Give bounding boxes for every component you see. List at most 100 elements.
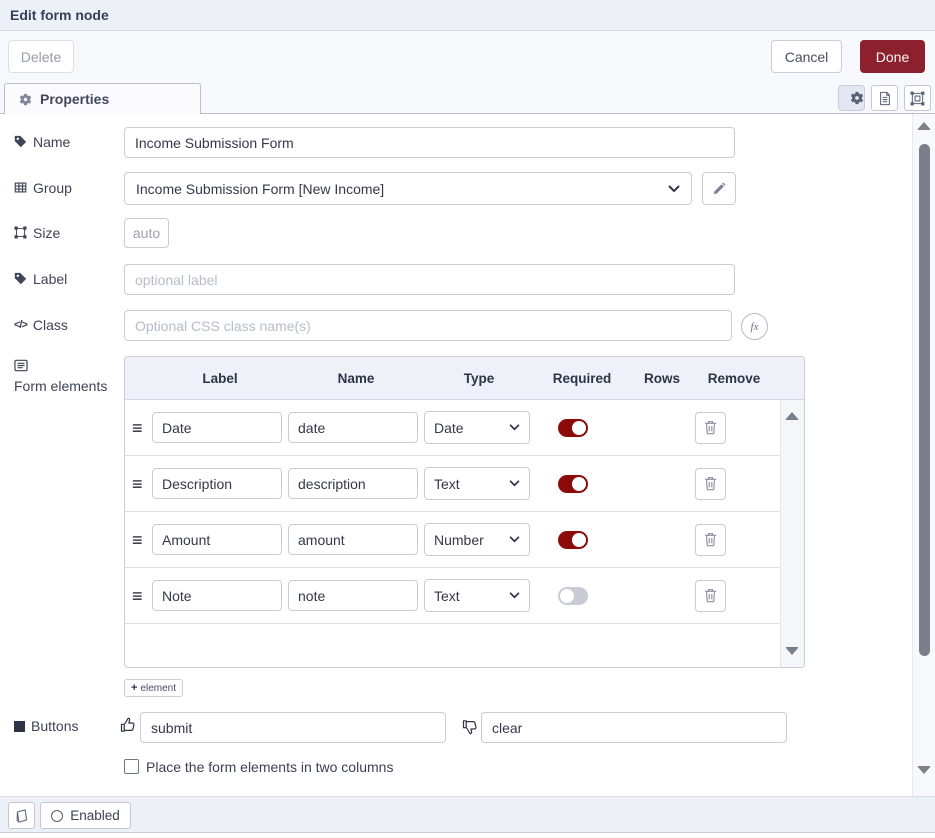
tab-properties-label: Properties <box>40 91 109 107</box>
table-scrollbar[interactable] <box>780 400 804 667</box>
element-type-select[interactable]: Date <box>424 411 530 444</box>
properties-tab-button[interactable] <box>838 85 865 111</box>
scroll-down-arrow-icon[interactable] <box>917 766 931 774</box>
thumbs-up-icon <box>120 717 136 733</box>
required-toggle[interactable] <box>558 531 588 549</box>
required-toggle[interactable] <box>558 587 588 605</box>
remove-row-button[interactable] <box>695 524 726 556</box>
element-label-input[interactable] <box>152 580 282 611</box>
status-circle-icon <box>51 810 63 822</box>
column-header-rows: Rows <box>630 371 694 386</box>
element-label-input[interactable] <box>152 468 282 499</box>
submit-button-text-input[interactable] <box>140 712 446 743</box>
name-input[interactable] <box>124 127 735 158</box>
cancel-button[interactable]: Cancel <box>771 40 842 73</box>
class-input[interactable] <box>124 310 732 341</box>
edit-form-node-dialog: Edit form node Delete Cancel Done Proper… <box>0 0 935 838</box>
form-element-row: ≡ Text <box>125 456 804 512</box>
drag-handle-icon[interactable]: ≡ <box>132 419 152 437</box>
square-icon <box>14 721 25 732</box>
element-name-input[interactable] <box>288 412 418 443</box>
element-label-input[interactable] <box>152 412 282 443</box>
element-label-input[interactable] <box>152 524 282 555</box>
chevron-down-icon <box>509 424 520 431</box>
form-elements-table: Label Name Type Required Rows Remove ≡ D… <box>124 356 805 668</box>
code-icon: </> <box>14 317 27 334</box>
plus-icon: + <box>131 682 137 694</box>
properties-panel: Name Group Income Submission Form [New I… <box>0 114 935 796</box>
enabled-toggle-button[interactable]: Enabled <box>40 802 131 829</box>
remove-row-button[interactable] <box>695 412 726 444</box>
column-header-required: Required <box>534 371 630 386</box>
chevron-down-icon <box>668 185 680 193</box>
two-columns-checkbox[interactable] <box>124 759 139 774</box>
remove-row-button[interactable] <box>695 468 726 500</box>
drag-handle-icon[interactable]: ≡ <box>132 531 152 549</box>
fx-expand-button[interactable]: fx <box>741 313 768 340</box>
form-element-row: ≡ Date <box>125 400 804 456</box>
form-element-row: ≡ Number <box>125 512 804 568</box>
buttons-field-label: Buttons <box>14 718 78 735</box>
gear-icon <box>19 93 32 106</box>
edit-group-button[interactable] <box>702 172 736 205</box>
trash-icon <box>704 588 717 603</box>
scroll-up-arrow-icon[interactable] <box>917 122 931 130</box>
dialog-title: Edit form node <box>10 7 109 23</box>
dialog-title-bar: Edit form node <box>0 0 935 31</box>
node-info-button[interactable] <box>8 802 35 829</box>
description-tab-button[interactable] <box>871 85 898 111</box>
dialog-footer: Enabled <box>0 796 935 833</box>
column-header-type: Type <box>424 371 534 386</box>
element-name-input[interactable] <box>288 468 418 499</box>
clear-button-text-input[interactable] <box>481 712 787 743</box>
tag-icon <box>14 272 27 285</box>
form-elements-label: Form elements <box>14 358 114 395</box>
scroll-up-arrow-icon[interactable] <box>785 412 799 420</box>
scroll-down-arrow-icon[interactable] <box>785 647 799 655</box>
table-icon <box>14 181 27 194</box>
element-type-select[interactable]: Text <box>424 579 530 612</box>
thumbs-down-icon <box>462 719 478 735</box>
form-elements-table-header: Label Name Type Required Rows Remove <box>125 357 804 400</box>
class-field-label: </> Class <box>14 317 68 334</box>
appearance-tab-button[interactable] <box>904 85 931 111</box>
document-icon <box>878 91 892 106</box>
trash-icon <box>704 476 717 491</box>
column-header-remove: Remove <box>694 371 774 386</box>
group-select[interactable]: Income Submission Form [New Income] <box>124 172 692 205</box>
element-type-select[interactable]: Text <box>424 467 530 500</box>
pencil-icon <box>712 182 726 196</box>
object-group-icon <box>910 91 925 106</box>
list-alt-icon <box>14 359 28 372</box>
scrollbar-thumb[interactable] <box>919 144 930 656</box>
drag-handle-icon[interactable]: ≡ <box>132 475 152 493</box>
add-element-button[interactable]: + element <box>124 679 183 697</box>
element-type-select[interactable]: Number <box>424 523 530 556</box>
trash-icon <box>704 420 717 435</box>
required-toggle[interactable] <box>558 475 588 493</box>
column-header-label: Label <box>152 371 288 386</box>
drag-handle-icon[interactable]: ≡ <box>132 587 152 605</box>
delete-button[interactable]: Delete <box>8 40 74 73</box>
label-input[interactable] <box>124 264 735 295</box>
trash-icon <box>704 532 717 547</box>
tab-properties[interactable]: Properties <box>4 83 201 114</box>
tag-icon <box>14 135 27 148</box>
panel-scrollbar[interactable] <box>912 114 935 796</box>
chevron-down-icon <box>509 536 520 543</box>
tab-bar: Properties <box>0 82 935 114</box>
element-name-input[interactable] <box>288 524 418 555</box>
two-columns-label: Place the form elements in two columns <box>146 759 393 775</box>
chevron-down-icon <box>509 480 520 487</box>
remove-row-button[interactable] <box>695 580 726 612</box>
chevron-down-icon <box>509 592 520 599</box>
required-toggle[interactable] <box>558 419 588 437</box>
form-element-row: ≡ Text <box>125 568 804 624</box>
size-button[interactable]: auto <box>124 218 169 248</box>
enabled-label: Enabled <box>70 808 120 823</box>
object-size-icon <box>14 226 27 239</box>
done-button[interactable]: Done <box>860 40 925 73</box>
book-icon <box>15 809 29 823</box>
element-name-input[interactable] <box>288 580 418 611</box>
gear-icon <box>850 91 864 105</box>
